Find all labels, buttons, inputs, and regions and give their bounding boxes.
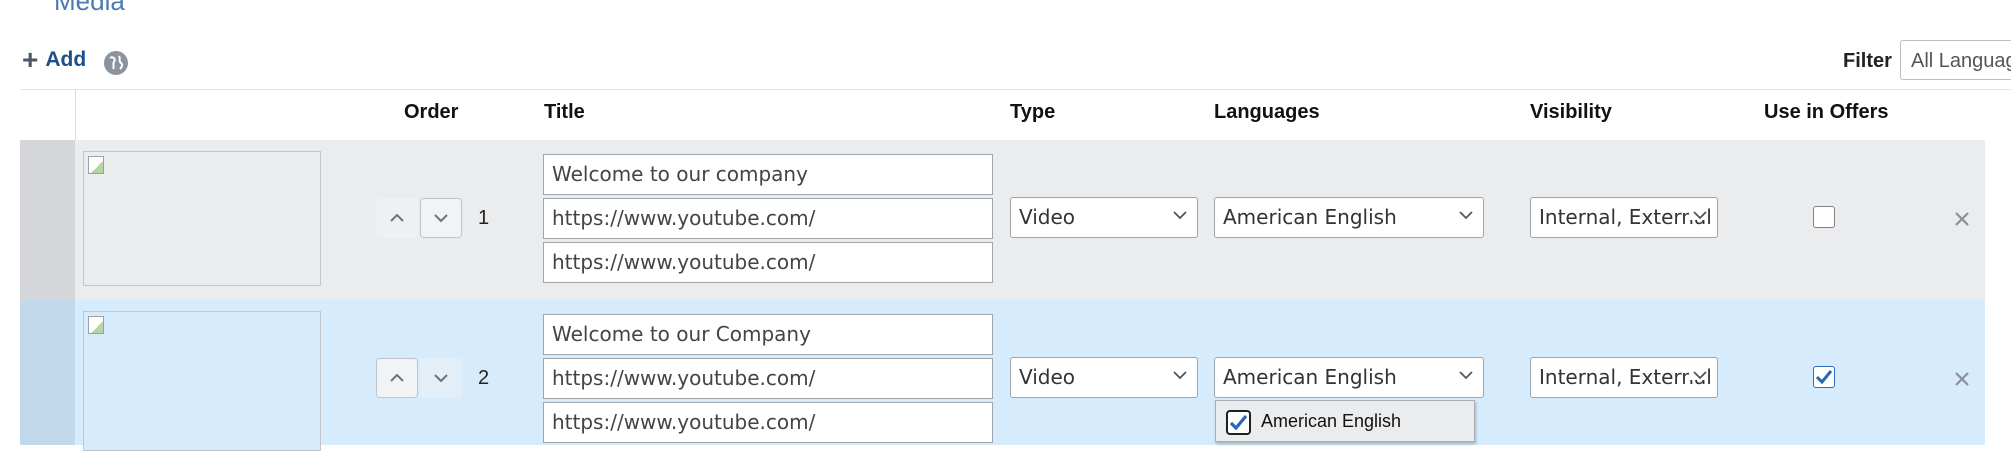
languages-select[interactable]: American English — [1214, 357, 1484, 398]
checkmark-icon — [1229, 414, 1248, 431]
visibility-select[interactable]: Internal, External — [1530, 357, 1718, 398]
languages-select-value: American English — [1223, 205, 1397, 229]
use-in-offers-checkbox[interactable] — [1813, 366, 1835, 388]
type-select[interactable]: Video — [1010, 197, 1198, 238]
chevron-down-icon — [434, 374, 448, 383]
url-input[interactable]: https://www.youtube.com/ — [543, 358, 993, 399]
column-header-visibility: Visibility — [1530, 101, 1612, 123]
delete-row-button[interactable] — [1954, 363, 1970, 394]
chevron-up-icon — [390, 373, 404, 382]
move-up-button[interactable] — [376, 198, 418, 238]
broken-image-icon — [88, 316, 104, 334]
row-drag-handle[interactable] — [20, 140, 75, 300]
globe-icon[interactable] — [104, 51, 128, 75]
order-number: 1 — [478, 207, 490, 229]
add-button-label: Add — [45, 48, 87, 71]
type-select-value: Video — [1019, 365, 1076, 389]
filter-label: Filter — [1843, 50, 1892, 72]
chevron-down-icon — [434, 214, 448, 223]
add-button[interactable]: + Add — [22, 44, 87, 75]
visibility-select[interactable]: Internal, External — [1530, 197, 1718, 238]
column-header-type: Type — [1010, 101, 1056, 123]
section-title: Media — [24, 0, 125, 17]
move-down-button[interactable] — [420, 358, 462, 398]
url-input-secondary[interactable]: https://www.youtube.com/ — [543, 242, 993, 283]
broken-image-icon — [88, 156, 104, 174]
header-divider — [20, 89, 2011, 90]
use-in-offers-checkbox[interactable] — [1813, 206, 1835, 228]
order-number: 2 — [478, 367, 490, 389]
column-header-title: Title — [544, 101, 585, 123]
url-input[interactable]: https://www.youtube.com/ — [543, 198, 993, 239]
languages-dropdown-menu: American English — [1215, 400, 1475, 442]
column-header-use-in-offers: Use in Offers — [1764, 101, 1889, 123]
languages-select[interactable]: American English — [1214, 197, 1484, 238]
media-thumbnail — [83, 311, 321, 451]
media-icon — [24, 0, 44, 10]
chevron-down-icon — [1459, 358, 1473, 380]
delete-row-button[interactable] — [1954, 203, 1970, 234]
title-input[interactable]: Welcome to our Company — [543, 314, 993, 355]
language-filter-select[interactable]: All Languages — [1900, 40, 2011, 80]
language-option-checkbox[interactable] — [1226, 410, 1251, 435]
column-header-order: Order — [404, 101, 459, 123]
column-header-languages: Languages — [1214, 101, 1320, 123]
title-input[interactable]: Welcome to our company — [543, 154, 993, 195]
move-up-button[interactable] — [376, 358, 418, 398]
type-select[interactable]: Video — [1010, 357, 1198, 398]
chevron-down-icon — [1173, 198, 1187, 220]
url-input-secondary[interactable]: https://www.youtube.com/ — [543, 402, 993, 443]
language-option-label[interactable]: American English — [1261, 411, 1401, 432]
type-select-value: Video — [1019, 205, 1076, 229]
close-icon — [1955, 372, 1969, 386]
languages-select-value: American English — [1223, 365, 1397, 389]
chevron-down-icon — [1689, 198, 1707, 220]
close-icon — [1955, 212, 1969, 226]
media-thumbnail — [83, 151, 321, 286]
chevron-down-icon — [1689, 358, 1707, 380]
header-handle-cell — [20, 90, 76, 140]
plus-icon: + — [22, 44, 39, 75]
chevron-down-icon — [1173, 358, 1187, 380]
checkmark-icon — [1815, 370, 1833, 385]
move-down-button[interactable] — [420, 198, 462, 238]
chevron-down-icon — [1459, 198, 1473, 220]
section-title-text: Media — [54, 0, 125, 16]
visibility-select-value: Internal, External — [1539, 365, 1712, 389]
chevron-up-icon — [390, 213, 404, 222]
row-drag-handle[interactable] — [20, 300, 75, 445]
visibility-select-value: Internal, External — [1539, 205, 1712, 229]
